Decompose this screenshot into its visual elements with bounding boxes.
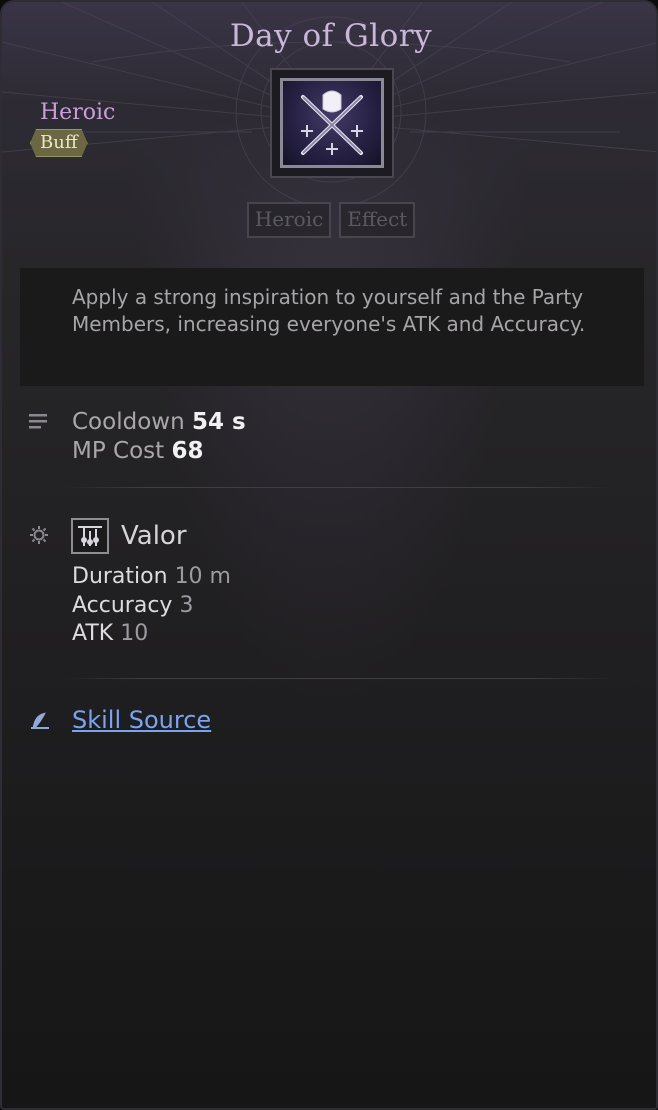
cooldown-row: Cooldown 54 s (72, 408, 246, 437)
effect-stat-label: Accuracy (72, 592, 173, 618)
tag-heroic: Heroic (246, 202, 332, 238)
skill-type-badge: Buff (30, 129, 88, 157)
mp-cost-value: 68 (171, 438, 204, 464)
mp-cost-label: MP Cost (72, 438, 165, 464)
skill-tooltip-panel: Day of Glory Heroic Buff Heroic Effect A… (0, 0, 658, 1110)
skill-stats: Cooldown 54 s MP Cost 68 (72, 408, 246, 466)
skill-description: Apply a strong inspiration to yourself a… (72, 285, 586, 336)
effect-stat-value: 10 m (174, 564, 231, 589)
skill-grade-label: Heroic (40, 100, 116, 125)
tag-effect: Effect (339, 202, 416, 238)
gear-icon (30, 526, 48, 544)
divider (62, 487, 612, 488)
skill-tag-list: Heroic Effect (2, 202, 656, 238)
cooldown-label: Cooldown (72, 409, 185, 435)
effect-name: Valor (121, 521, 187, 551)
crossed-swords-with-fist-icon (280, 78, 384, 168)
feather-quill-icon (31, 712, 49, 729)
divider (62, 678, 612, 679)
effect-stat-value: 3 (179, 592, 194, 618)
skill-source-link[interactable]: Skill Source (72, 706, 211, 734)
effect-accuracy-row: Accuracy 3 (72, 592, 231, 621)
effect-stat-value: 10 (120, 621, 149, 646)
skill-icon-frame (270, 68, 394, 178)
effect-duration-row: Duration 10 m (72, 563, 231, 592)
effect-atk-row: ATK 10 (72, 620, 231, 649)
cooldown-value: 54 s (191, 409, 246, 435)
skill-title: Day of Glory (229, 18, 433, 54)
effect-stat-label: Duration (72, 564, 168, 589)
description-box: Apply a strong inspiration to yourself a… (20, 268, 644, 386)
valor-buff-icon (71, 518, 109, 554)
effect-stat-label: ATK (72, 621, 114, 646)
mp-cost-row: MP Cost 68 (72, 437, 246, 466)
list-lines-icon (29, 414, 47, 429)
effect-stats: Duration 10 m Accuracy 3 ATK 10 (72, 563, 231, 649)
